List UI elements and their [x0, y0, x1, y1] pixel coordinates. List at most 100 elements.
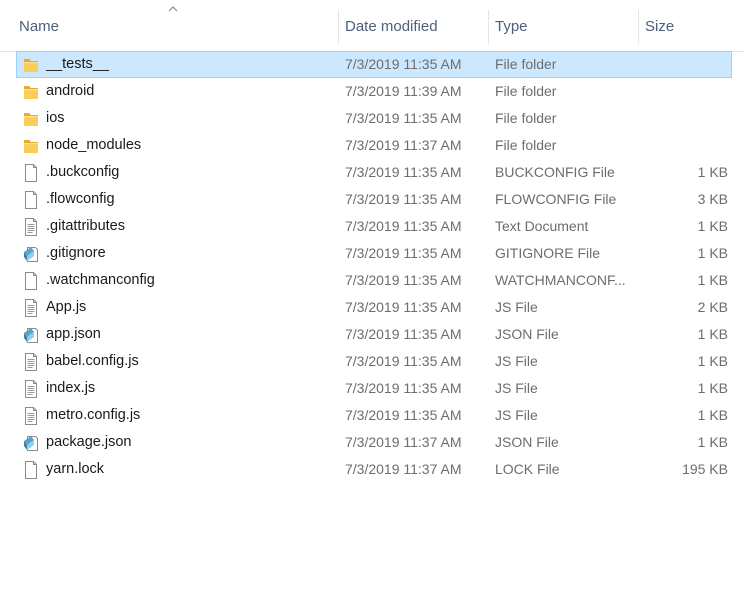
blank-file-icon	[23, 461, 39, 479]
file-row[interactable]: App.js 7/3/2019 11:35 AM JS File 2 KB	[16, 294, 732, 321]
file-row[interactable]: metro.config.js 7/3/2019 11:35 AM JS File 1…	[16, 402, 732, 429]
editor-file-icon	[23, 434, 39, 452]
file-date-modified: 7/3/2019 11:39 AM	[345, 83, 462, 99]
file-size: 1 KB	[697, 164, 728, 180]
file-date-modified: 7/3/2019 11:35 AM	[345, 56, 462, 72]
file-date-modified: 7/3/2019 11:35 AM	[345, 272, 462, 288]
column-header-size-label: Size	[645, 17, 675, 35]
file-size: 1 KB	[697, 272, 728, 288]
folder-icon	[23, 56, 39, 74]
file-type: JS File	[495, 407, 538, 423]
file-date-modified: 7/3/2019 11:35 AM	[345, 164, 462, 180]
file-row[interactable]: package.json 7/3/2019 11:37 AM JSON File 1 …	[16, 429, 732, 456]
column-header-size[interactable]: Size	[638, 0, 744, 52]
file-date-modified: 7/3/2019 11:35 AM	[345, 353, 462, 369]
column-header-type[interactable]: Type	[488, 0, 638, 52]
file-date-modified: 7/3/2019 11:37 AM	[345, 434, 462, 450]
file-type: BUCKCONFIG File	[495, 164, 615, 180]
file-row[interactable]: index.js 7/3/2019 11:35 AM JS File 1 KB	[16, 375, 732, 402]
file-name: yarn.lock	[46, 461, 105, 477]
blank-file-icon	[23, 191, 39, 209]
file-type: WATCHMANCONF...	[495, 272, 626, 288]
file-name: .buckconfig	[46, 164, 120, 180]
file-name: .watchmanconfig	[46, 272, 155, 288]
file-type: JSON File	[495, 326, 559, 342]
column-header-name-label: Name	[19, 17, 60, 35]
file-date-modified: 7/3/2019 11:37 AM	[345, 137, 462, 153]
file-size	[639, 133, 728, 158]
file-row[interactable]: .watchmanconfig 7/3/2019 11:35 AM WATCHMAN…	[16, 267, 732, 294]
column-header-date[interactable]: Date modified	[338, 0, 488, 52]
column-header-date-label: Date modified	[345, 17, 438, 35]
file-size: 2 KB	[697, 299, 728, 315]
file-name: app.json	[46, 326, 101, 342]
file-size: 1 KB	[697, 380, 728, 396]
file-size	[639, 106, 728, 131]
folder-icon	[23, 83, 39, 101]
file-date-modified: 7/3/2019 11:37 AM	[345, 461, 462, 477]
file-size: 1 KB	[697, 407, 728, 423]
file-name: index.js	[46, 380, 96, 396]
file-type: File folder	[495, 110, 557, 126]
file-row[interactable]: .gitignore 7/3/2019 11:35 AM GITIGNORE Fil…	[16, 240, 732, 267]
file-row[interactable]: ios 7/3/2019 11:35 AM File folder	[16, 105, 732, 132]
file-row[interactable]: .flowconfig 7/3/2019 11:35 AM FLOWCONFIG F…	[16, 186, 732, 213]
file-type: Text Document	[495, 218, 589, 234]
blank-file-icon	[23, 164, 39, 182]
file-type: JS File	[495, 299, 538, 315]
file-date-modified: 7/3/2019 11:35 AM	[345, 380, 462, 396]
column-header-bar: Name Date modified Type Size	[0, 0, 744, 52]
file-date-modified: 7/3/2019 11:35 AM	[345, 110, 462, 126]
column-header-type-label: Type	[495, 17, 528, 35]
file-row[interactable]: __tests__ 7/3/2019 11:35 AM File folder	[16, 51, 732, 78]
file-type: File folder	[495, 137, 557, 153]
file-size	[639, 79, 728, 104]
file-date-modified: 7/3/2019 11:35 AM	[345, 299, 462, 315]
file-date-modified: 7/3/2019 11:35 AM	[345, 218, 462, 234]
file-name: App.js	[46, 299, 87, 315]
blank-file-icon	[23, 272, 39, 290]
folder-icon	[23, 110, 39, 128]
file-date-modified: 7/3/2019 11:35 AM	[345, 245, 462, 261]
file-name: node_modules	[46, 137, 142, 153]
file-type: LOCK File	[495, 461, 560, 477]
file-size: 1 KB	[697, 434, 728, 450]
file-name: metro.config.js	[46, 407, 141, 423]
file-row[interactable]: yarn.lock 7/3/2019 11:37 AM LOCK File 195 K…	[16, 456, 732, 483]
file-size	[639, 52, 728, 77]
file-name: .gitignore	[46, 245, 106, 261]
file-name: .gitattributes	[46, 218, 125, 234]
file-size: 1 KB	[697, 353, 728, 369]
file-size: 1 KB	[697, 245, 728, 261]
file-type: JS File	[495, 380, 538, 396]
text-file-icon	[23, 380, 39, 398]
file-row[interactable]: node_modules 7/3/2019 11:37 AM File folder	[16, 132, 732, 159]
file-name: babel.config.js	[46, 353, 139, 369]
file-row[interactable]: android 7/3/2019 11:39 AM File folder	[16, 78, 732, 105]
file-type: JS File	[495, 353, 538, 369]
text-file-icon	[23, 299, 39, 317]
file-name: package.json	[46, 434, 132, 450]
file-date-modified: 7/3/2019 11:35 AM	[345, 407, 462, 423]
text-file-icon	[23, 353, 39, 371]
file-row[interactable]: .buckconfig 7/3/2019 11:35 AM BUCKCONFIG F…	[16, 159, 732, 186]
text-file-icon	[23, 407, 39, 425]
file-row[interactable]: babel.config.js 7/3/2019 11:35 AM JS File 1…	[16, 348, 732, 375]
file-type: GITIGNORE File	[495, 245, 601, 261]
file-type: FLOWCONFIG File	[495, 191, 617, 207]
folder-icon	[23, 137, 39, 155]
column-header-name[interactable]: Name	[0, 0, 338, 52]
file-size: 1 KB	[697, 326, 728, 342]
file-row[interactable]: app.json 7/3/2019 11:35 AM JSON File 1 KB	[16, 321, 732, 348]
file-name: ios	[46, 110, 65, 126]
file-explorer: Name Date modified Type Size __tests__ 7/…	[0, 0, 744, 608]
file-date-modified: 7/3/2019 11:35 AM	[345, 326, 462, 342]
file-size: 195 KB	[682, 461, 728, 477]
file-type: File folder	[495, 83, 557, 99]
text-file-icon	[23, 218, 39, 236]
editor-file-icon	[23, 326, 39, 344]
file-name: .flowconfig	[46, 191, 115, 207]
file-row[interactable]: .gitattributes 7/3/2019 11:35 AM Text Docu…	[16, 213, 732, 240]
file-name: __tests__	[46, 56, 109, 72]
file-date-modified: 7/3/2019 11:35 AM	[345, 191, 462, 207]
